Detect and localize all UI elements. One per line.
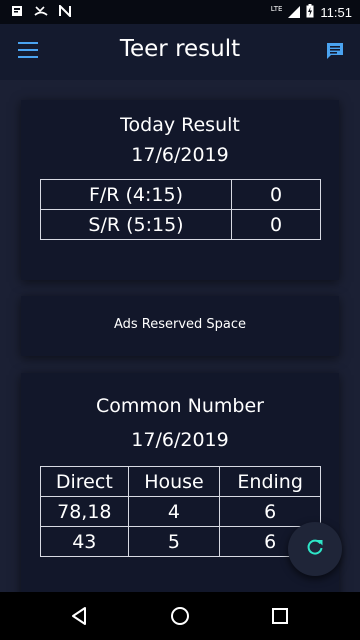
sim-card-icon <box>10 4 24 18</box>
today-result-table: F/R (4:15) 0 S/R (5:15) 0 <box>40 179 321 240</box>
navigation-bar <box>0 592 360 640</box>
refresh-button[interactable] <box>288 522 342 576</box>
column-header-direct: Direct <box>40 466 129 497</box>
battery-charging-icon <box>306 3 314 22</box>
house-cell: 4 <box>127 496 221 527</box>
recents-icon[interactable] <box>268 604 292 628</box>
today-result-title: Today Result <box>120 114 240 136</box>
ending-cell: 6 <box>219 496 321 527</box>
today-result-date: 17/6/2019 <box>131 144 229 166</box>
result-value: 0 <box>231 209 321 240</box>
app-bar: Teer result <box>0 24 360 80</box>
direct-cell: 43 <box>40 526 129 557</box>
house-cell: 5 <box>127 526 221 557</box>
common-number-table: Direct House Ending 78,18 4 6 43 5 6 <box>40 466 321 557</box>
common-number-card: Common Number 17/6/2019 Direct House End… <box>21 373 339 613</box>
status-bar: LTE 11:51 <box>0 0 360 24</box>
column-header-ending: Ending <box>219 466 321 497</box>
result-label: S/R (5:15) <box>40 209 232 240</box>
table-row: 43 5 6 <box>40 526 321 557</box>
result-value: 0 <box>231 179 321 210</box>
network-type: LTE <box>270 4 283 13</box>
column-header-house: House <box>127 466 221 497</box>
n-icon <box>58 4 72 18</box>
table-row: 78,18 4 6 <box>40 496 321 527</box>
result-label: F/R (4:15) <box>40 179 232 210</box>
refresh-icon <box>305 537 325 561</box>
clock: 11:51 <box>320 5 352 20</box>
home-icon[interactable] <box>168 604 192 628</box>
table-row: F/R (4:15) 0 <box>40 179 321 210</box>
ads-text: Ads Reserved Space <box>113 317 247 332</box>
table-row: S/R (5:15) 0 <box>40 209 321 240</box>
direct-cell: 78,18 <box>40 496 129 527</box>
missed-call-icon <box>34 4 48 18</box>
chat-icon[interactable] <box>324 40 346 62</box>
common-number-title: Common Number <box>96 395 264 417</box>
app-title: Teer result <box>119 36 241 62</box>
table-header-row: Direct House Ending <box>40 466 321 497</box>
common-number-date: 17/6/2019 <box>131 429 229 451</box>
ads-card[interactable]: Ads Reserved Space <box>21 296 339 356</box>
today-result-card: Today Result 17/6/2019 F/R (4:15) 0 S/R … <box>21 100 339 280</box>
back-icon[interactable] <box>68 604 92 628</box>
signal-icon <box>288 3 301 22</box>
